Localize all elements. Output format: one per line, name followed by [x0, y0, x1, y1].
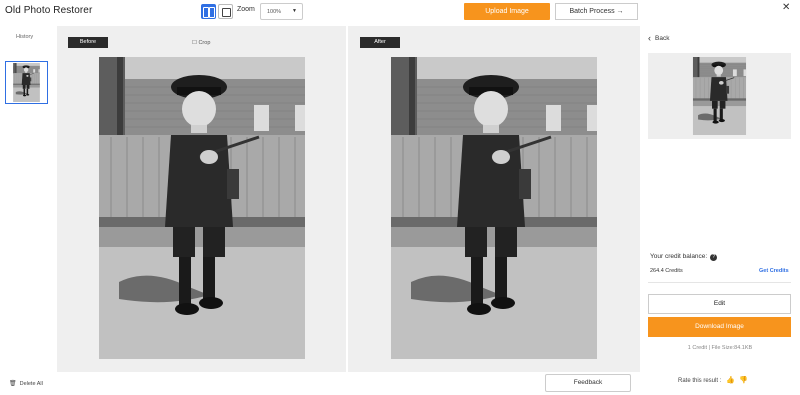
result-preview [648, 53, 791, 139]
split-view-icon[interactable] [201, 4, 216, 19]
result-side-panel: ‹ Back Your credit balance:? 264.4 Credit… [640, 26, 800, 395]
divider [648, 282, 791, 283]
zoom-label: Zoom [237, 6, 255, 13]
before-panel: Before ☐ Crop [57, 26, 346, 372]
get-credits-link[interactable]: Get Credits [759, 268, 789, 274]
trash-icon: 🗑 [9, 381, 17, 387]
history-label: History [16, 34, 34, 40]
back-label: Back [655, 35, 670, 42]
after-tag: After [360, 37, 400, 48]
download-image-button[interactable]: Download Image [648, 317, 791, 337]
zoom-select[interactable]: 100% ▼ [260, 3, 303, 20]
history-photo [12, 63, 41, 102]
rate-result: Rate this result : 👍 👎 [678, 376, 748, 384]
delete-all-button[interactable]: 🗑 Delete All [9, 380, 43, 387]
app-title: Old Photo Restorer [5, 5, 93, 16]
upload-image-button[interactable]: Upload Image [464, 3, 550, 20]
crop-button[interactable]: ☐ Crop [192, 40, 210, 46]
thumbs-up-icon[interactable]: 👍 [726, 376, 735, 384]
info-icon[interactable]: ? [710, 254, 718, 261]
zoom-value: 100% [267, 9, 282, 15]
preview-photo [692, 57, 747, 135]
compare-area: Before ☐ Crop After Feedback [57, 26, 640, 395]
back-chevron-icon: ‹ [648, 33, 651, 43]
batch-process-button[interactable]: Batch Process → [555, 3, 638, 20]
chevron-down-icon: ▼ [292, 8, 297, 14]
credit-file-info: 1 Credit | File Size:84.1KB [687, 345, 753, 351]
close-icon[interactable]: ✕ [782, 2, 790, 13]
thumbs-down-icon[interactable]: 👎 [739, 376, 748, 384]
single-view-icon[interactable] [218, 4, 233, 19]
before-tag: Before [68, 37, 108, 48]
credit-balance-label: Your credit balance:? [650, 253, 718, 261]
after-photo [391, 57, 597, 359]
history-thumbnail[interactable] [5, 61, 48, 104]
back-button[interactable]: ‹ Back [648, 33, 669, 43]
credit-balance-text: Your credit balance: [650, 253, 708, 260]
before-photo [99, 57, 305, 359]
top-bar: Old Photo Restorer Zoom 100% ▼ Upload Im… [0, 0, 800, 26]
app-window: Old Photo Restorer Zoom 100% ▼ Upload Im… [0, 0, 800, 395]
delete-all-label: Delete All [19, 381, 43, 387]
rate-label: Rate this result : [678, 378, 722, 384]
history-sidebar: History 🗑 Delete All [0, 26, 57, 395]
credit-balance-value: 264.4 Credits [650, 268, 683, 274]
after-panel: After [348, 26, 640, 372]
edit-button[interactable]: Edit [648, 294, 791, 314]
feedback-button[interactable]: Feedback [545, 374, 631, 392]
